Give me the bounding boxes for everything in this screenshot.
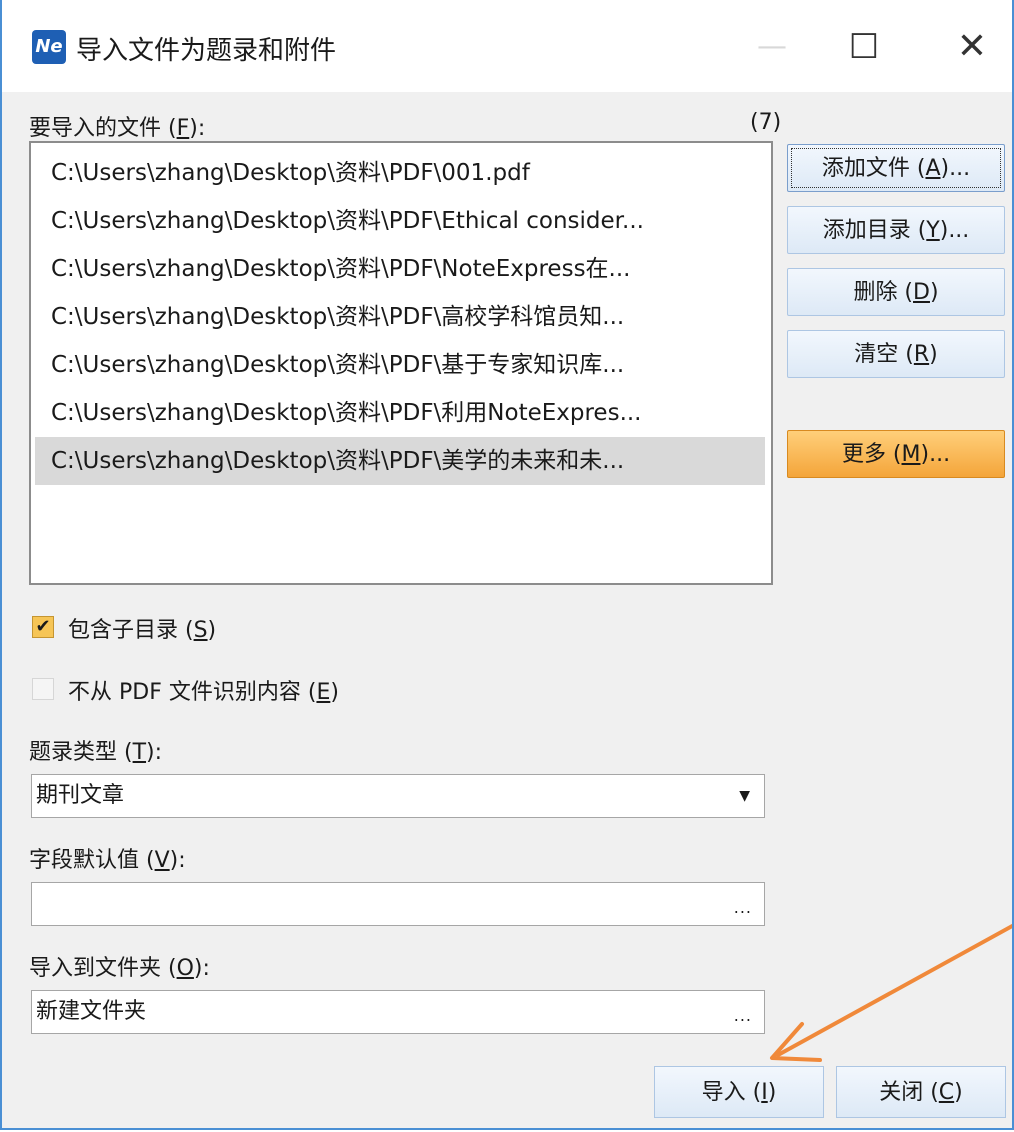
add-file-button[interactable]: 添加文件 (A)...	[787, 144, 1005, 192]
files-label-key: F	[176, 116, 190, 141]
import-end: )	[767, 1080, 777, 1105]
import-text: 导入 (	[701, 1080, 762, 1105]
import-folder-label: 导入到文件夹 (O):	[29, 950, 210, 982]
field-default-label-key: V	[154, 848, 170, 873]
delete-key: D	[913, 280, 930, 305]
clear-button[interactable]: 清空 (R)	[787, 330, 1005, 378]
more-end: )...	[920, 442, 951, 467]
no-pdf-recognition-checkbox[interactable]	[32, 678, 54, 700]
clear-key: R	[913, 342, 930, 367]
dropdown-arrow-icon[interactable]: ▼	[739, 775, 750, 817]
include-subdirs-text: 包含子目录 (	[68, 618, 194, 643]
file-list[interactable]: C:\Users\zhang\Desktop\资料\PDF\001.pdf C:…	[29, 141, 773, 585]
add-file-key: A	[925, 156, 941, 181]
annotation-arrow	[770, 923, 1012, 1062]
more-button[interactable]: 更多 (M)...	[787, 430, 1005, 478]
file-count: (7)	[750, 110, 782, 135]
close-key: C	[938, 1080, 955, 1105]
record-type-value: 期刊文章	[36, 783, 125, 808]
add-file-end: )...	[940, 156, 971, 181]
file-list-item-selected[interactable]: C:\Users\zhang\Desktop\资料\PDF\美学的未来和未...	[35, 437, 765, 485]
title-bar: Ne 导入文件为题录和附件 — ☐ ✕	[2, 0, 1012, 92]
record-type-label-key: T	[132, 740, 147, 765]
files-label: 要导入的文件 (F):	[29, 110, 205, 142]
record-type-label-text: 题录类型 (	[29, 740, 133, 765]
file-list-item[interactable]: C:\Users\zhang\Desktop\资料\PDF\高校学科馆员知...	[31, 293, 771, 341]
field-default-label-end: ):	[169, 848, 186, 873]
record-type-label-end: ):	[146, 740, 163, 765]
minimize-icon[interactable]: —	[742, 22, 802, 72]
field-default-browse-button[interactable]: ...	[734, 887, 752, 929]
import-folder-label-text: 导入到文件夹 (	[29, 956, 177, 981]
include-subdirs-label: 包含子目录 (S)	[68, 612, 216, 644]
maximize-icon[interactable]: ☐	[834, 22, 894, 72]
noteexpress-app-icon: Ne	[32, 30, 66, 64]
files-label-text: 要导入的文件 (	[29, 116, 177, 141]
file-list-item[interactable]: C:\Users\zhang\Desktop\资料\PDF\基于专家知识库...	[31, 341, 771, 389]
file-list-item[interactable]: C:\Users\zhang\Desktop\资料\PDF\Ethical co…	[31, 197, 771, 245]
import-folder-label-key: O	[176, 956, 194, 981]
include-subdirs-end: )	[207, 618, 217, 643]
clear-end: )	[929, 342, 938, 367]
close-text: 关闭 (	[879, 1080, 939, 1105]
include-subdirs-checkbox[interactable]: ✔	[32, 616, 54, 638]
field-default-label: 字段默认值 (V):	[29, 842, 186, 874]
file-list-item[interactable]: C:\Users\zhang\Desktop\资料\PDF\001.pdf	[31, 149, 771, 197]
add-directory-button[interactable]: 添加目录 (Y)...	[787, 206, 1005, 254]
record-type-select[interactable]: 期刊文章 ▼	[31, 774, 765, 818]
record-type-label: 题录类型 (T):	[29, 734, 162, 766]
import-folder-label-end: ):	[193, 956, 210, 981]
add-dir-text: 添加目录 (	[822, 218, 927, 243]
no-pdf-recognition-text: 不从 PDF 文件识别内容 (	[68, 680, 317, 705]
close-button[interactable]: 关闭 (C)	[836, 1066, 1006, 1118]
no-pdf-recognition-label: 不从 PDF 文件识别内容 (E)	[68, 674, 339, 706]
file-list-item[interactable]: C:\Users\zhang\Desktop\资料\PDF\利用NoteExpr…	[31, 389, 771, 437]
add-dir-end: )...	[939, 218, 970, 243]
delete-end: )	[929, 280, 939, 305]
import-folder-value: 新建文件夹	[36, 999, 147, 1024]
more-text: 更多 (	[841, 442, 902, 467]
more-key: M	[901, 442, 921, 467]
files-label-end: ):	[189, 116, 206, 141]
field-default-label-text: 字段默认值 (	[29, 848, 155, 873]
delete-button[interactable]: 删除 (D)	[787, 268, 1005, 316]
add-file-text: 添加文件 (	[821, 156, 926, 181]
add-dir-key: Y	[926, 218, 940, 243]
clear-text: 清空 (	[854, 342, 914, 367]
no-pdf-recognition-key: E	[316, 680, 331, 705]
close-end: )	[954, 1080, 963, 1105]
field-default-input[interactable]: ...	[31, 882, 765, 926]
dialog-title: 导入文件为题录和附件	[76, 36, 337, 66]
import-dialog: Ne 导入文件为题录和附件 — ☐ ✕ 要导入的文件 (F): (7) C:\U…	[0, 0, 1014, 1130]
no-pdf-recognition-end: )	[330, 680, 339, 705]
file-list-item[interactable]: C:\Users\zhang\Desktop\资料\PDF\NoteExpres…	[31, 245, 771, 293]
close-icon[interactable]: ✕	[942, 22, 1002, 72]
delete-text: 删除 (	[853, 280, 914, 305]
import-button[interactable]: 导入 (I)	[654, 1066, 824, 1118]
import-folder-input[interactable]: 新建文件夹 ...	[31, 990, 765, 1034]
import-folder-browse-button[interactable]: ...	[734, 995, 752, 1037]
include-subdirs-key: S	[193, 618, 208, 643]
